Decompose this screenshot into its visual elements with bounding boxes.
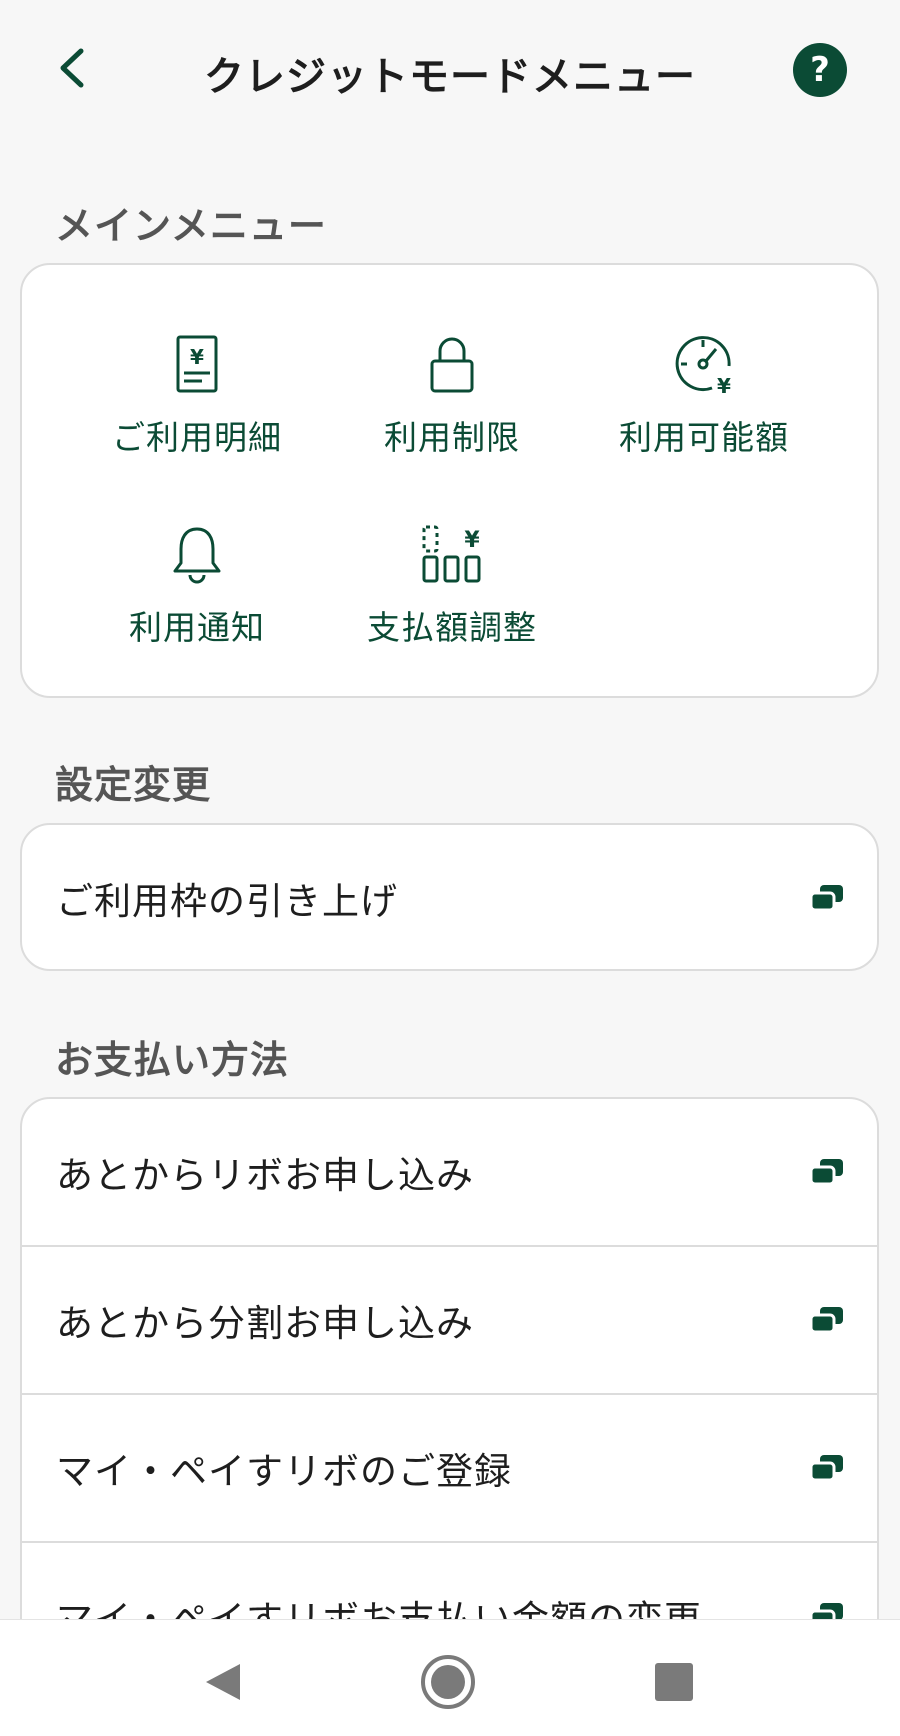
payment-heading: お支払い方法: [55, 1038, 290, 1082]
external-link-icon: [809, 1455, 843, 1482]
menu-item-label: 利用可能額: [619, 418, 789, 457]
menu-item-notification[interactable]: 利用通知: [77, 523, 317, 673]
list-item[interactable]: ご利用枠の引き上げ: [22, 825, 877, 971]
nav-back-button[interactable]: [192, 1652, 252, 1712]
menu-item-label: ご利用明細: [112, 418, 282, 457]
bell-icon: [173, 527, 221, 584]
external-link-icon: [809, 885, 843, 912]
nav-home-button[interactable]: [418, 1652, 478, 1712]
menu-item-label: 利用通知: [129, 608, 265, 647]
statement-yen-icon: ¥: [176, 335, 218, 393]
list-item-label: あとから分割お申し込み: [56, 1302, 474, 1345]
nav-recents-button[interactable]: [644, 1652, 704, 1712]
menu-item-label: 利用制限: [384, 418, 520, 457]
gauge-yen-icon: ¥: [675, 336, 731, 397]
menu-item-label: 支払額調整: [367, 608, 537, 647]
svg-text:¥: ¥: [717, 374, 731, 397]
menu-item-restriction[interactable]: 利用制限: [332, 333, 572, 483]
settings-card: ご利用枠の引き上げ: [20, 823, 879, 971]
settings-heading: 設定変更: [55, 763, 212, 807]
system-nav-bar: [0, 1619, 900, 1736]
menu-item-payment-adjust[interactable]: ¥ 支払額調整: [332, 523, 572, 673]
list-item[interactable]: あとから分割お申し込み: [22, 1247, 877, 1393]
list-item[interactable]: マイ・ペイすリボのご登録: [22, 1395, 877, 1541]
external-link-icon: [809, 1159, 843, 1186]
page-title: クレジットモードメニュー: [204, 54, 696, 100]
menu-item-available-amount[interactable]: ¥ 利用可能額: [584, 333, 824, 483]
lock-icon: [430, 337, 474, 393]
help-icon: ?: [810, 50, 830, 90]
help-button[interactable]: ?: [793, 43, 847, 97]
main-menu-card: ¥ ご利用明細 利用制限 ¥ 利用可能額 利用通知 ¥ 支払額調整: [20, 263, 879, 698]
nav-recents-icon: [655, 1663, 693, 1701]
list-item-label: あとからリボお申し込み: [56, 1154, 474, 1197]
svg-text:¥: ¥: [190, 345, 204, 369]
main-menu-heading: メインメニュー: [55, 204, 327, 248]
list-item[interactable]: あとからリボお申し込み: [22, 1099, 877, 1245]
payment-adjust-icon: ¥: [422, 525, 481, 583]
list-item-label: ご利用枠の引き上げ: [56, 880, 398, 923]
nav-home-icon: [421, 1655, 475, 1709]
list-item-label: マイ・ペイすリボのご登録: [56, 1450, 512, 1493]
app-header: クレジットモードメニュー ?: [0, 0, 900, 140]
svg-text:¥: ¥: [464, 528, 480, 553]
payment-card: あとからリボお申し込み あとから分割お申し込み マイ・ペイすリボのご登録 マイ・…: [20, 1097, 879, 1697]
external-link-icon: [809, 1307, 843, 1334]
nav-back-icon: [206, 1664, 240, 1700]
menu-item-statement[interactable]: ¥ ご利用明細: [77, 333, 317, 483]
